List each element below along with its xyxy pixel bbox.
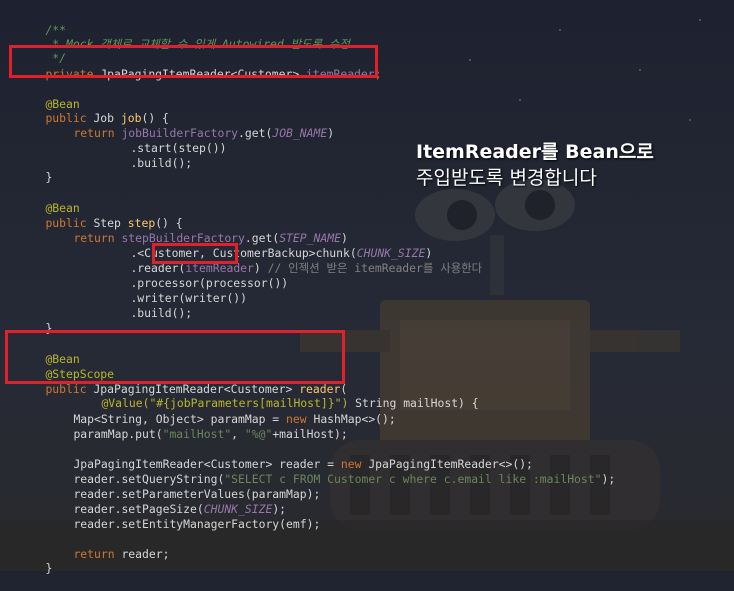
code-token: +mailHost); [272,427,348,441]
code-token: paramMap.put( [73,427,163,441]
annotation-line-2: 주입받도록 변경합니다 [416,167,597,189]
string-token: "%@" [244,427,273,441]
keyword-token: return [73,547,115,561]
code-line: .build(); [103,141,192,170]
string-token: "mailHost" [162,427,232,441]
code-line: } [18,546,52,575]
code-line: @Bean [18,82,79,111]
code-line: return reader; [46,532,169,561]
code-line: .start(step()) [103,126,226,155]
highlight-box-field [9,45,378,78]
code-line: paramMap.put("mailHost", "%@"+mailHost); [46,412,347,441]
code-line: return stepBuilderFactory.get(STEP_NAME) [46,216,347,245]
code-token: , [231,427,245,441]
code-token: .build(); [130,156,193,170]
comment-token: // 인젝션 받은 itemReader를 사용한다 [260,261,483,275]
code-line: public Job job() { [18,96,168,125]
code-line: return jobBuilderFactory.get(JOB_NAME) [46,111,334,140]
code-line: .writer(writer()) [103,276,247,305]
code-line: reader.setPageSize(CHUNK_SIZE); [46,487,286,516]
annotation-line-1: ItemReader를 Bean으로 [416,141,654,163]
code-token: } [45,561,53,575]
code-line: reader.setParameterValues(paramMap); [46,472,320,501]
code-line: .build(); [103,291,192,320]
code-line: Map<String, Object> paramMap = new HashM… [46,397,395,426]
code-line: /** [18,8,66,37]
highlight-box-reader-arg [152,243,238,264]
code-token: ); [601,472,616,486]
code-line: } [18,155,52,184]
code-token: reader; [114,547,170,561]
code-line: reader.setQueryString("SELECT c FROM Cus… [46,457,615,486]
code-token: reader.setEntityManagerFactory(emf); [73,517,321,531]
code-token: ) [327,126,335,140]
code-line: } [18,306,52,335]
code-line: JpaPagingItemReader<Customer> reader = n… [46,442,532,471]
highlight-box-reader-bean [5,330,345,384]
code-line: @Bean [18,186,79,215]
code-token: .build(); [130,306,193,320]
code-token: .get( [238,126,273,140]
constant-token: JOB_NAME [272,126,328,140]
code-line: * Mock 객체로 교체할 수 있게 Autowired 받도록 수정 [18,22,350,51]
code-line: public Step step() { [18,201,182,230]
code-line: reader.setEntityManagerFactory(emf); [46,502,320,531]
code-token: } [45,170,53,184]
